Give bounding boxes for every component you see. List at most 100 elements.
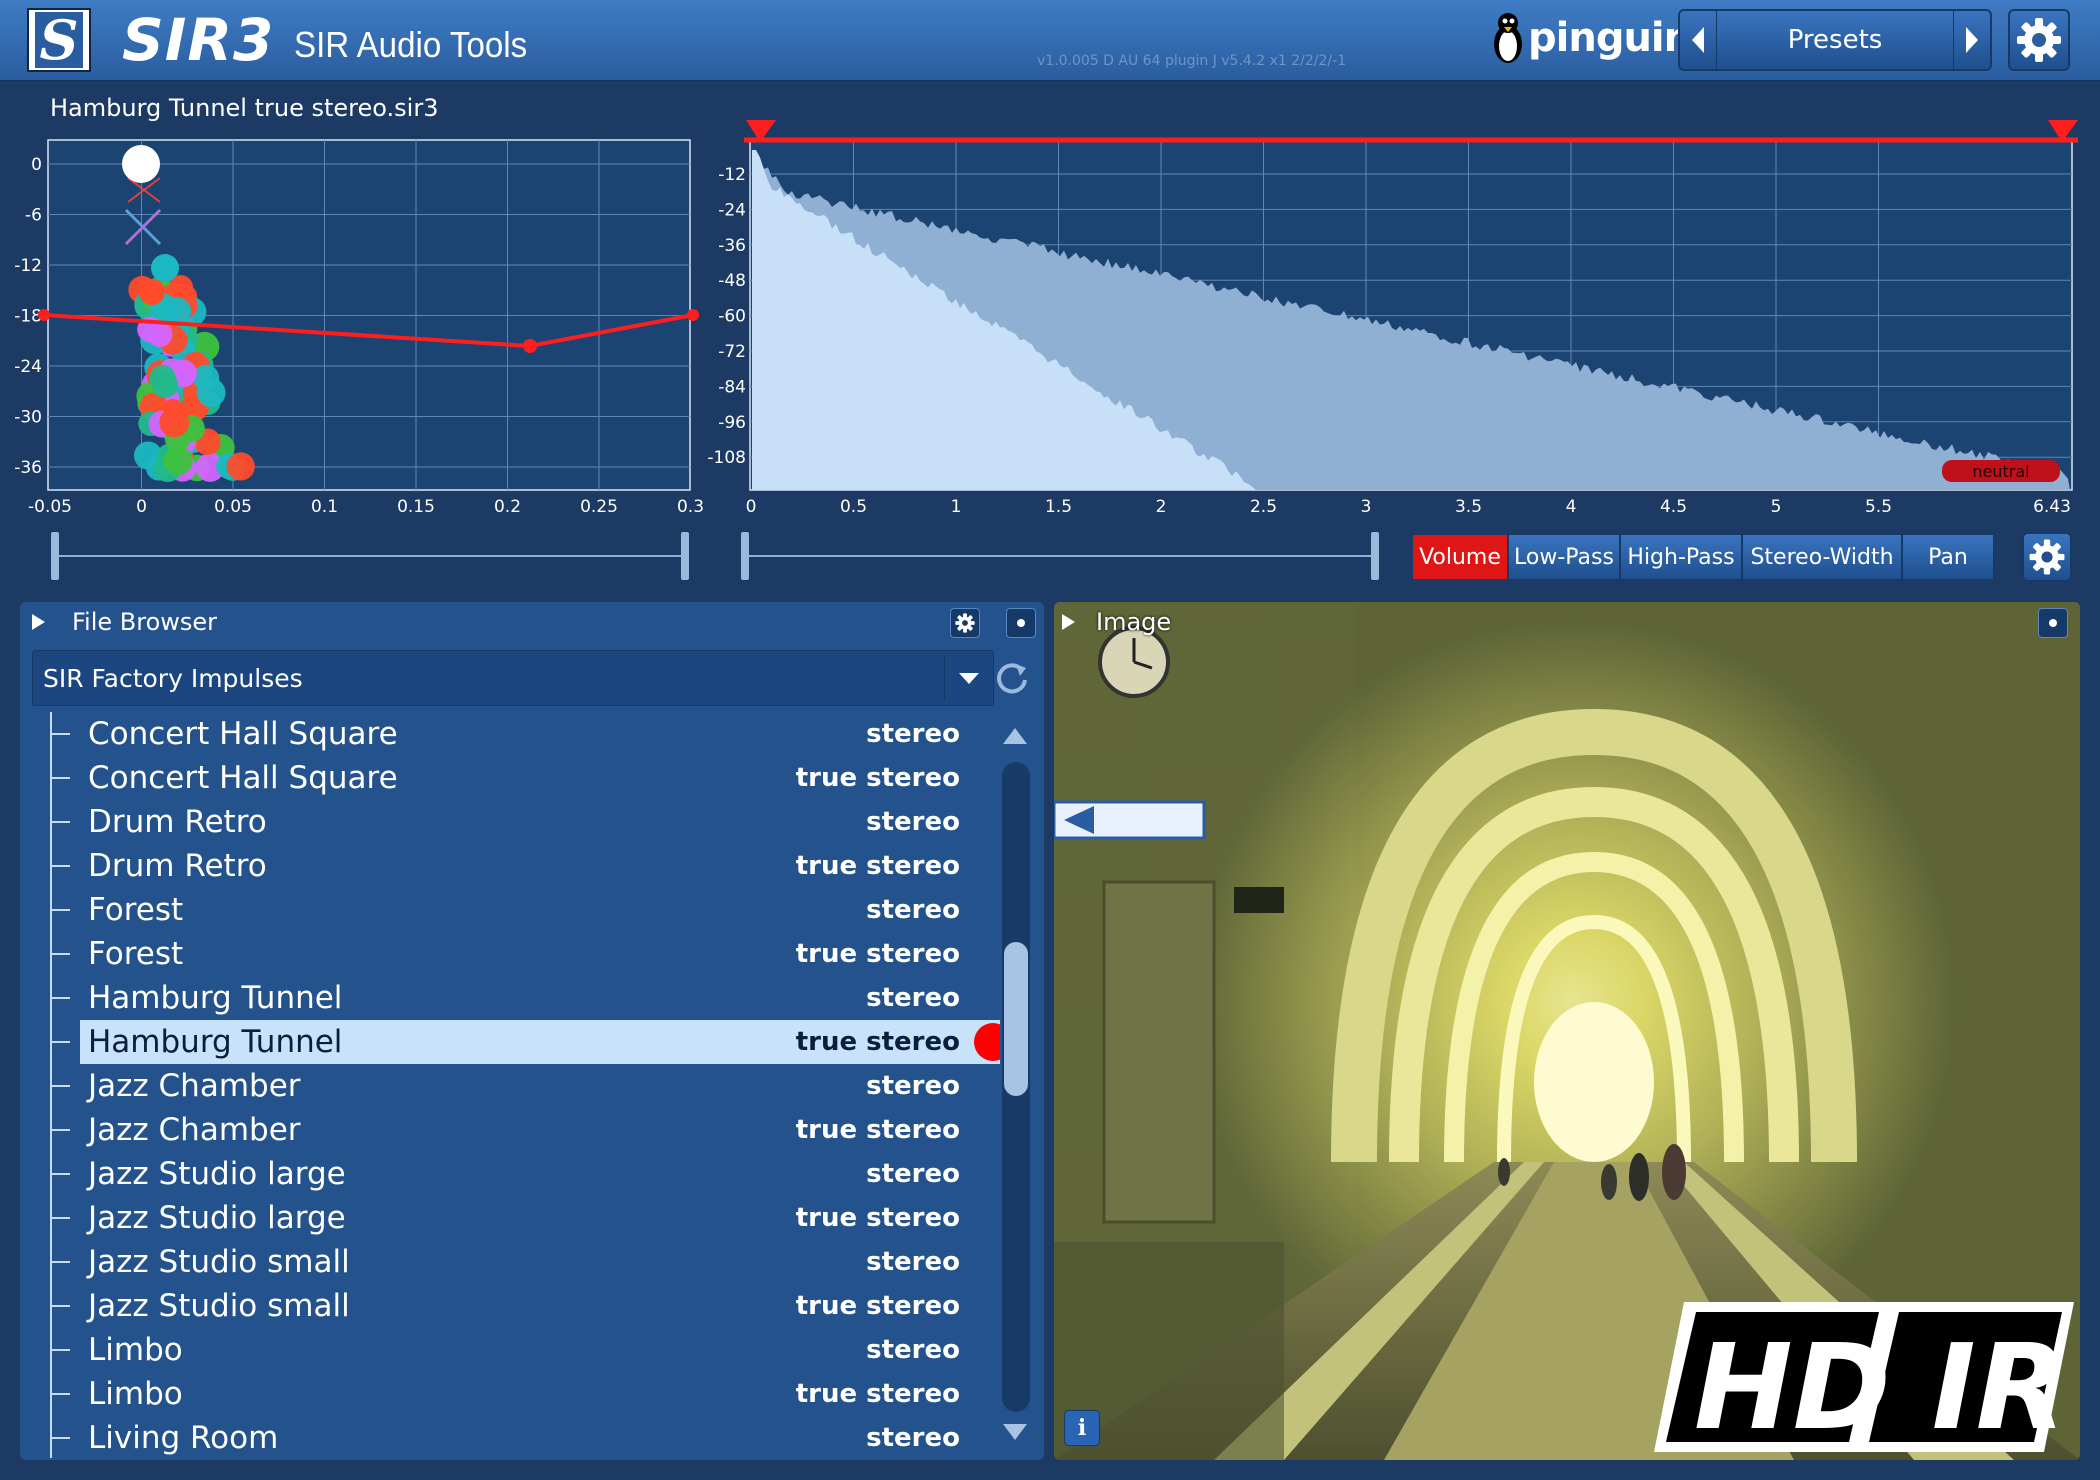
envelope-plot[interactable]: -12 -24 -36 -48 -60 -72 -84 -96 -108 0 0.5 1 1.5 2 2.…: [707, 120, 2078, 517]
y-tick-label: -96: [718, 413, 746, 433]
x-tick-label: 0.25: [580, 497, 618, 517]
tab-stereo-width[interactable]: Stereo-Width: [1742, 534, 1902, 580]
presets-button[interactable]: Presets: [1716, 11, 1954, 69]
impulse-type: stereo: [866, 1247, 960, 1277]
impulse-name: Forest: [88, 892, 184, 928]
impulse-type: stereo: [866, 1159, 960, 1189]
hdir-logo-text: HD IR: [1694, 1318, 2067, 1452]
scatter-range-track: [54, 555, 684, 557]
impulse-name: Limbo: [88, 1332, 183, 1368]
impulse-file-title: Hamburg Tunnel true stereo.sir3: [50, 94, 439, 122]
list-item[interactable]: Hamburg Tunnel stereo: [50, 976, 1000, 1020]
list-item[interactable]: Concert Hall Square true stereo: [50, 756, 1000, 800]
brand-name: SIR3: [122, 6, 275, 74]
list-item[interactable]: Drum Retro true stereo: [50, 844, 1000, 888]
x-tick-label: 0: [746, 497, 757, 517]
impulse-list[interactable]: Concert Hall Square stereo Concert Hall Sq…: [20, 712, 1000, 1458]
impulse-type: stereo: [866, 1071, 960, 1101]
scatter-plot[interactable]: 0 -6 -12 -18 -24 -30 -36 -0.05 0 0.05 0.1 0.15 0.2 0…: [14, 139, 704, 517]
scroll-up-icon[interactable]: [1003, 728, 1027, 744]
scrollbar-thumb[interactable]: [1004, 942, 1028, 1096]
envelope-range-start-handle[interactable]: [741, 532, 749, 580]
x-tick-label: 1: [951, 497, 962, 517]
impulse-type: stereo: [866, 1423, 960, 1453]
y-tick-label: -24: [14, 357, 42, 377]
impulse-type: true stereo: [795, 1203, 960, 1233]
list-item[interactable]: Jazz Studio small stereo: [50, 1240, 1000, 1284]
impulse-type: true stereo: [795, 1027, 960, 1057]
impulse-name: Drum Retro: [88, 848, 267, 884]
y-tick-label: -84: [718, 377, 746, 397]
impulse-type: true stereo: [795, 763, 960, 793]
impulse-name: Jazz Studio large: [88, 1156, 346, 1192]
list-item[interactable]: Jazz Chamber stereo: [50, 1064, 1000, 1108]
list-item[interactable]: Hamburg Tunnel true stereo: [50, 1020, 1000, 1064]
list-item[interactable]: Concert Hall Square stereo: [50, 712, 1000, 756]
y-tick-label: -60: [718, 307, 746, 327]
curve-handle[interactable]: [523, 339, 537, 353]
scatter-range-start-handle[interactable]: [51, 532, 59, 580]
list-item[interactable]: Drum Retro stereo: [50, 800, 1000, 844]
envelope-range-end-handle[interactable]: [1371, 532, 1379, 580]
list-item[interactable]: Forest stereo: [50, 888, 1000, 932]
file-browser-detach-button[interactable]: [1006, 608, 1036, 638]
x-tick-label: 3.5: [1455, 497, 1482, 517]
app-logo: S: [27, 8, 91, 72]
impulse-name: Jazz Chamber: [88, 1068, 301, 1104]
hdir-logo: HD IR: [1654, 1302, 2074, 1452]
impulse-type: true stereo: [795, 939, 960, 969]
tab-volume[interactable]: Volume: [1412, 534, 1508, 580]
info-button[interactable]: i: [1064, 1410, 1100, 1446]
tab-low-pass[interactable]: Low-Pass: [1508, 534, 1620, 580]
image-panel-title: Image: [1096, 608, 1172, 636]
x-tick-label: 0.15: [397, 497, 435, 517]
x-tick-label: 4: [1566, 497, 1577, 517]
impulse-name: Concert Hall Square: [88, 716, 398, 752]
envelope-range-track: [744, 555, 1374, 557]
image-panel-detach-button[interactable]: [2038, 608, 2068, 638]
tab-pan[interactable]: Pan: [1902, 534, 1994, 580]
impulse-name: Jazz Studio small: [88, 1244, 350, 1280]
collapse-triangle-icon[interactable]: [1062, 614, 1075, 630]
neutral-badge-label: neutral: [1972, 462, 2029, 481]
y-tick-label: -72: [718, 342, 746, 362]
preset-next-button[interactable]: [1953, 11, 1990, 69]
chevron-left-icon: [1692, 27, 1704, 53]
list-item[interactable]: Jazz Studio large stereo: [50, 1152, 1000, 1196]
list-item[interactable]: Limbo true stereo: [50, 1372, 1000, 1416]
tab-high-pass[interactable]: High-Pass: [1620, 534, 1742, 580]
collapse-triangle-icon[interactable]: [32, 614, 45, 630]
presets-control: Presets: [1678, 9, 1992, 71]
preset-prev-button[interactable]: [1680, 11, 1717, 69]
impulse-name: Hamburg Tunnel: [88, 1024, 343, 1060]
settings-button[interactable]: [2008, 9, 2070, 71]
image-panel: Image i HD IR: [1054, 602, 2080, 1460]
impulse-name: Limbo: [88, 1376, 183, 1412]
x-tick-label: 6.43: [2033, 497, 2071, 517]
impulse-name: Concert Hall Square: [88, 760, 398, 796]
impulse-type: true stereo: [795, 851, 960, 881]
x-tick-label: 1.5: [1045, 497, 1072, 517]
folder-select-value: SIR Factory Impulses: [43, 664, 303, 693]
impulse-type: true stereo: [795, 1379, 960, 1409]
y-tick-label: -12: [14, 256, 42, 276]
list-item[interactable]: Jazz Studio small true stereo: [50, 1284, 1000, 1328]
x-tick-label: 2: [1156, 497, 1167, 517]
list-item[interactable]: Jazz Chamber true stereo: [50, 1108, 1000, 1152]
scroll-down-icon[interactable]: [1003, 1424, 1027, 1440]
scatter-range-end-handle[interactable]: [681, 532, 689, 580]
folder-select[interactable]: SIR Factory Impulses: [32, 650, 994, 706]
y-tick-label: -30: [14, 408, 42, 428]
list-item[interactable]: Jazz Studio large true stereo: [50, 1196, 1000, 1240]
x-tick-label: 0.2: [494, 497, 521, 517]
list-item[interactable]: Living Room stereo: [50, 1416, 1000, 1458]
y-tick-label: -108: [707, 448, 746, 468]
refresh-icon[interactable]: [992, 658, 1032, 698]
list-item[interactable]: Limbo stereo: [50, 1328, 1000, 1372]
source-marker[interactable]: [122, 145, 160, 183]
list-item[interactable]: Forest true stereo: [50, 932, 1000, 976]
envelope-settings-button[interactable]: [2022, 532, 2072, 582]
header-bar: S SIR3 SIR Audio Tools v1.0.005 D AU 64 …: [0, 0, 2100, 81]
file-browser-header: File Browser: [20, 602, 1044, 642]
file-browser-settings-button[interactable]: [950, 608, 980, 638]
